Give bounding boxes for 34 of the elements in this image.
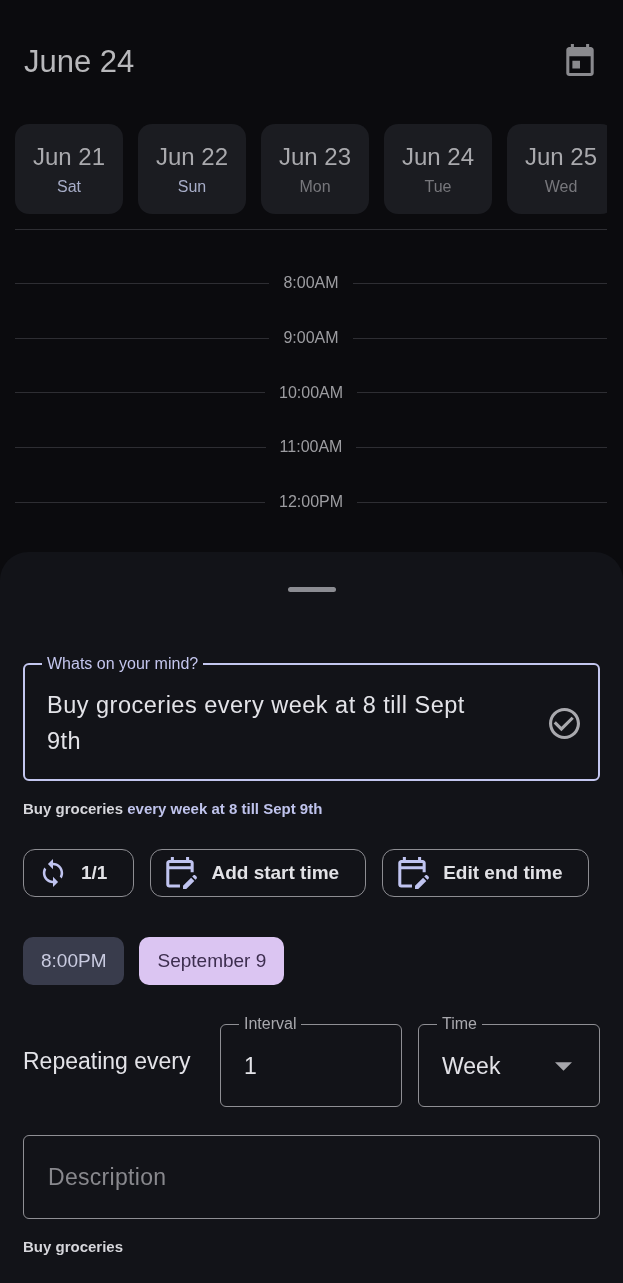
calendar-icon[interactable] bbox=[566, 44, 594, 76]
caret-icon bbox=[555, 1061, 572, 1071]
hour-label: 8:00AM bbox=[282, 273, 340, 294]
repeat-label: Repeating every bbox=[23, 1047, 192, 1075]
time-button[interactable]: Edit end time bbox=[382, 849, 590, 897]
task-input-field[interactable]: Whats on your mind? Buy groceries every week at 8 till Sept 9th bbox=[23, 655, 600, 781]
day-chip[interactable]: Jun 25 Wed bbox=[507, 124, 607, 214]
day-chip[interactable]: Jun 22 Sun bbox=[138, 124, 246, 214]
hour-label: 12:00PM bbox=[278, 492, 345, 513]
drag-handle[interactable] bbox=[287, 587, 336, 592]
selected-value: Week bbox=[442, 1052, 501, 1080]
time-button[interactable]: Add start time bbox=[150, 849, 367, 897]
date-chip[interactable]: September 9 bbox=[139, 937, 285, 985]
time-dropdown[interactable]: Time Week bbox=[418, 1015, 600, 1107]
hour-label: 10:00AM bbox=[278, 382, 345, 403]
calendar-pencil-icon bbox=[166, 857, 198, 889]
field-label: Interval bbox=[243, 1015, 298, 1033]
field-label: Time bbox=[441, 1015, 478, 1033]
day-chip[interactable]: Jun 24 Tue bbox=[384, 124, 492, 214]
day-chip[interactable]: Jun 21 Sat bbox=[15, 124, 123, 214]
calendar-pencil-icon bbox=[398, 857, 430, 889]
input-text: Buy groceries every week at 8 till Sept 9th bbox=[47, 691, 466, 756]
description-field[interactable]: Description bbox=[23, 1135, 600, 1219]
day-chip[interactable]: Jun 23 Mon bbox=[261, 124, 369, 214]
hour-label: 11:00AM bbox=[278, 437, 344, 458]
interval-field[interactable]: Interval 1 bbox=[220, 1015, 402, 1107]
date-title: June 24 bbox=[24, 43, 135, 81]
parsed-hint-text: Buy groceries every week at 8 till Sept 9th bbox=[23, 800, 324, 818]
title-preview-text: Buy groceries bbox=[23, 1238, 125, 1256]
field-label: Whats on your mind? bbox=[46, 655, 200, 673]
time-chip[interactable]: 8:00PM bbox=[23, 937, 125, 985]
repeat-button[interactable]: 1/1 bbox=[23, 849, 135, 897]
input-text: 1 bbox=[244, 1052, 258, 1080]
hour-label: 9:00AM bbox=[282, 328, 340, 349]
